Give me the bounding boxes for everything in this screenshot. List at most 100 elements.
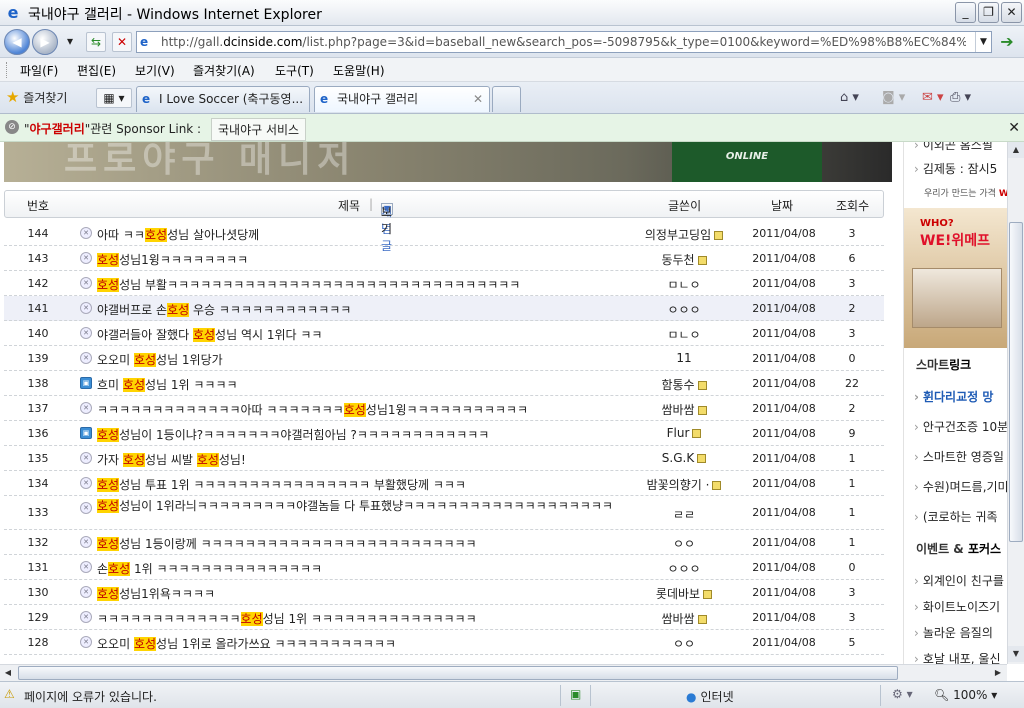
event-item[interactable]: 놀라운 음질의 [914, 624, 993, 641]
warning-icon[interactable]: ⚠ [4, 687, 15, 701]
post-writer[interactable]: Flur [634, 426, 734, 440]
post-row[interactable]: 138 ▣ 흐미 호성성님 1위 ㅋㅋㅋㅋ 함통수 2011/04/08 22 [4, 371, 884, 396]
go-button[interactable]: ➔ [996, 31, 1018, 53]
post-subject-link[interactable]: 야갤러들아 잘했다 호성성님 역시 1위다 ㅋㅋ [97, 326, 657, 343]
minimize-button[interactable]: _ [955, 2, 976, 23]
vertical-scrollbar[interactable]: ▲ ▼ [1007, 142, 1024, 664]
post-writer[interactable]: 동두천 [634, 251, 734, 268]
restore-button[interactable]: ❐ [978, 2, 999, 23]
post-writer[interactable]: S.G.K [634, 451, 734, 465]
post-writer[interactable]: ㄹㄹ [634, 506, 734, 523]
post-row[interactable]: 128 ✕ 오오미 호성성님 1위로 올라가쓰요 ㅋㅋㅋㅋㅋㅋㅋㅋㅋㅋㅋ ㅇㅇ 2011… [4, 630, 884, 655]
post-writer[interactable]: ㅇㅇ [634, 535, 734, 552]
tab-soccer[interactable]: e I Love Soccer (축구동영... [136, 86, 310, 112]
quick-tabs-icon[interactable]: ▦ ▾ [96, 88, 132, 108]
close-sponsor-icon[interactable]: ✕ [1008, 120, 1020, 136]
post-row[interactable]: 144 ✕ 아따 ㅋㅋ호성성님 살아나셧당께 의정부고딩임 2011/04/08 3 [4, 221, 884, 246]
refresh-icon[interactable]: ⇆ [86, 32, 106, 52]
post-subject-link[interactable]: ㅋㅋㅋㅋㅋㅋㅋㅋㅋㅋㅋㅋㅋ호성성님 1위 ㅋㅋㅋㅋㅋㅋㅋㅋㅋㅋㅋㅋㅋㅋㅋ [97, 610, 657, 627]
post-writer[interactable]: 11 [634, 351, 734, 365]
post-writer[interactable]: 쌈바쌈 [634, 401, 734, 418]
post-writer[interactable]: ㅁㄴㅇ [634, 326, 734, 343]
post-subject-link[interactable]: 가자 호성성님 씨발 호성성님! [97, 451, 657, 468]
sidebar-news-item[interactable]: 이외곤 홈스필 [914, 142, 993, 153]
concept-dropdown-icon[interactable]: ▼ [381, 203, 393, 215]
sidebar-news-item[interactable]: 김제동 : 잠시5 [914, 160, 998, 177]
menu-view[interactable]: 보기(V) [135, 62, 175, 79]
wemakeprice-ad[interactable]: WHO? WE!위메프 [904, 208, 1007, 348]
post-row[interactable]: 130 ✕ 호성성님1위욕ㅋㅋㅋㅋ 롯데바보 2011/04/08 3 [4, 580, 884, 605]
security-zone[interactable]: ● 인터넷 [686, 688, 734, 705]
print-icon[interactable]: ⎙ ▾ [950, 90, 971, 105]
menu-edit[interactable]: 편집(E) [77, 62, 116, 79]
scroll-right-icon[interactable]: ▶ [990, 665, 1006, 681]
smart-link-item[interactable]: 수원)며드름,기미 [914, 478, 1007, 495]
post-subject-link[interactable]: 호성성님 투표 1위 ㅋㅋㅋㅋㅋㅋㅋㅋㅋㅋㅋㅋㅋㅋㅋㅋ 부활했당께 ㅋㅋㅋ [97, 476, 657, 493]
post-subject-link[interactable]: 호성성님1윙ㅋㅋㅋㅋㅋㅋㅋㅋ [97, 251, 657, 268]
post-writer[interactable]: ㅇㅇㅇ [634, 301, 734, 318]
smart-link-item[interactable]: (코로하는 귀족 [914, 508, 998, 525]
post-subject-link[interactable]: 아따 ㅋㅋ호성성님 살아나셧당께 [97, 226, 657, 243]
post-subject-link[interactable]: 야갤버프로 손호성 우승 ㅋㅋㅋㅋㅋㅋㅋㅋㅋㅋㅋㅋ [97, 301, 657, 318]
post-row[interactable]: 134 ✕ 호성성님 투표 1위 ㅋㅋㅋㅋㅋㅋㅋㅋㅋㅋㅋㅋㅋㅋㅋㅋ 부활했당께 ㅋㅋ… [4, 471, 884, 496]
horizontal-scroll-thumb[interactable] [18, 666, 898, 680]
post-writer[interactable]: 의정부고딩임 [634, 226, 734, 243]
close-window-button[interactable]: ✕ [1001, 2, 1022, 23]
address-dropdown-icon[interactable]: ▼ [975, 32, 991, 52]
scroll-down-icon[interactable]: ▼ [1008, 646, 1024, 662]
zoom-level[interactable]: 🔍︎ 100% ▾ [934, 688, 997, 702]
game-banner[interactable]: 프로야구 매니저 ONLINE [4, 142, 892, 182]
new-tab-button[interactable] [492, 86, 521, 112]
event-item[interactable]: 외계인이 친구를 [914, 572, 1004, 589]
post-subject-link[interactable]: 흐미 호성성님 1위 ㅋㅋㅋㅋ [97, 376, 657, 393]
status-message[interactable]: 페이지에 오류가 있습니다. [24, 688, 157, 705]
vertical-scroll-thumb[interactable] [1009, 222, 1023, 542]
close-tab-icon[interactable]: ✕ [473, 87, 483, 111]
post-writer[interactable]: 롯데바보 [634, 585, 734, 602]
sponsor-link-button[interactable]: 국내야구 서비스 [211, 118, 307, 141]
stop-icon[interactable]: ✕ [112, 32, 132, 52]
menu-help[interactable]: 도움말(H) [333, 62, 385, 79]
scroll-left-icon[interactable]: ◀ [0, 665, 16, 681]
post-writer[interactable]: 함통수 [634, 376, 734, 393]
post-subject-link[interactable]: 호성성님1위욕ㅋㅋㅋㅋ [97, 585, 657, 602]
post-row[interactable]: 133 ✕ 호성성님이 1위라늬ㅋㅋㅋㅋㅋㅋㅋㅋㅋ야갤놈들 다 투표했냥ㅋㅋㅋㅋㅋㅋ… [4, 496, 884, 530]
address-input[interactable]: e http://gall.dcinside.com/list.php?page… [136, 31, 992, 53]
history-dropdown-icon[interactable]: ▾ [60, 32, 80, 52]
post-writer[interactable]: 쌈바쌈 [634, 610, 734, 627]
post-writer[interactable]: ㅇㅇㅇ [634, 560, 734, 577]
smart-link-item[interactable]: 스마트한 영증일 [914, 448, 1004, 465]
tab-baseball-gallery[interactable]: e 국내야구 갤러리 ✕ [314, 86, 490, 112]
post-row[interactable]: 140 ✕ 야갤러들아 잘했다 호성성님 역시 1위다 ㅋㅋ ㅁㄴㅇ 2011/04/0… [4, 321, 884, 346]
post-subject-link[interactable]: 호성성님 1등이랑께 ㅋㅋㅋㅋㅋㅋㅋㅋㅋㅋㅋㅋㅋㅋㅋㅋㅋㅋㅋㅋㅋㅋㅋㅋㅋ [97, 535, 657, 552]
post-subject-link[interactable]: ㅋㅋㅋㅋㅋㅋㅋㅋㅋㅋㅋㅋㅋ아따 ㅋㅋㅋㅋㅋㅋㅋ호성성님1윙ㅋㅋㅋㅋㅋㅋㅋㅋㅋㅋㅋ [97, 401, 657, 418]
post-writer[interactable]: 밤꽃의향기 · [634, 476, 734, 493]
post-subject-link[interactable]: 호성성님이 1등이냐?ㅋㅋㅋㅋㅋㅋㅋ야갤러힘아님 ?ㅋㅋㅋㅋㅋㅋㅋㅋㅋㅋㅋㅋ [97, 426, 657, 443]
smart-link-item[interactable]: 안구건조증 10분 [914, 418, 1007, 435]
post-row[interactable]: 132 ✕ 호성성님 1등이랑께 ㅋㅋㅋㅋㅋㅋㅋㅋㅋㅋㅋㅋㅋㅋㅋㅋㅋㅋㅋㅋㅋㅋㅋㅋㅋ… [4, 530, 884, 555]
menu-favorites[interactable]: 즐겨찾기(A) [193, 62, 255, 79]
feeds-icon[interactable]: ◙ ▾ [882, 90, 905, 105]
post-writer[interactable]: ㅇㅇ [634, 635, 734, 652]
post-row[interactable]: 131 ✕ 손호성 1위 ㅋㅋㅋㅋㅋㅋㅋㅋㅋㅋㅋㅋㅋㅋㅋ ㅇㅇㅇ 2011/04/08 0 [4, 555, 884, 580]
post-row[interactable]: 141 ✕ 야갤버프로 손호성 우승 ㅋㅋㅋㅋㅋㅋㅋㅋㅋㅋㅋㅋ ㅇㅇㅇ 2011/04/… [4, 296, 884, 321]
post-subject-link[interactable]: 호성성님 부활ㅋㅋㅋㅋㅋㅋㅋㅋㅋㅋㅋㅋㅋㅋㅋㅋㅋㅋㅋㅋㅋㅋㅋㅋㅋㅋㅋㅋㅋㅋㅋㅋ [97, 276, 657, 293]
post-row[interactable]: 135 ✕ 가자 호성성님 씨발 호성성님! S.G.K 2011/04/08 1 [4, 446, 884, 471]
post-row[interactable]: 137 ✕ ㅋㅋㅋㅋㅋㅋㅋㅋㅋㅋㅋㅋㅋ아따 ㅋㅋㅋㅋㅋㅋㅋ호성성님1윙ㅋㅋㅋㅋㅋㅋㅋ… [4, 396, 884, 421]
menu-file[interactable]: 파일(F) [20, 62, 58, 79]
mail-icon[interactable]: ✉ ▾ [922, 90, 944, 105]
event-item[interactable]: 호날 내포, 울신 [914, 650, 1001, 664]
smart-link-item[interactable]: 휜다리교정 망 [914, 388, 993, 405]
post-row[interactable]: 142 ✕ 호성성님 부활ㅋㅋㅋㅋㅋㅋㅋㅋㅋㅋㅋㅋㅋㅋㅋㅋㅋㅋㅋㅋㅋㅋㅋㅋㅋㅋㅋㅋㅋ… [4, 271, 884, 296]
scroll-up-icon[interactable]: ▲ [1008, 142, 1024, 158]
post-subject-link[interactable]: 손호성 1위 ㅋㅋㅋㅋㅋㅋㅋㅋㅋㅋㅋㅋㅋㅋㅋ [97, 560, 657, 577]
post-writer[interactable]: ㅁㄴㅇ [634, 276, 734, 293]
post-row[interactable]: 136 ▣ 호성성님이 1등이냐?ㅋㅋㅋㅋㅋㅋㅋ야갤러힘아님 ?ㅋㅋㅋㅋㅋㅋㅋㅋㅋㅋ… [4, 421, 884, 446]
menu-tools[interactable]: 도구(T) [275, 62, 314, 79]
post-subject-link[interactable]: 오오미 호성성님 1위당가 [97, 351, 657, 368]
post-row[interactable]: 129 ✕ ㅋㅋㅋㅋㅋㅋㅋㅋㅋㅋㅋㅋㅋ호성성님 1위 ㅋㅋㅋㅋㅋㅋㅋㅋㅋㅋㅋㅋㅋㅋㅋ… [4, 605, 884, 630]
favorites-button[interactable]: ★ 즐겨찾기 [6, 88, 67, 106]
post-subject-link[interactable]: 호성성님이 1위라늬ㅋㅋㅋㅋㅋㅋㅋㅋㅋ야갤놈들 다 투표했냥ㅋㅋㅋㅋㅋㅋㅋㅋㅋㅋ… [74, 498, 634, 514]
event-item[interactable]: 화이트노이즈기 [914, 598, 1000, 615]
post-subject-link[interactable]: 오오미 호성성님 1위로 올라가쓰요 ㅋㅋㅋㅋㅋㅋㅋㅋㅋㅋㅋ [97, 635, 657, 652]
